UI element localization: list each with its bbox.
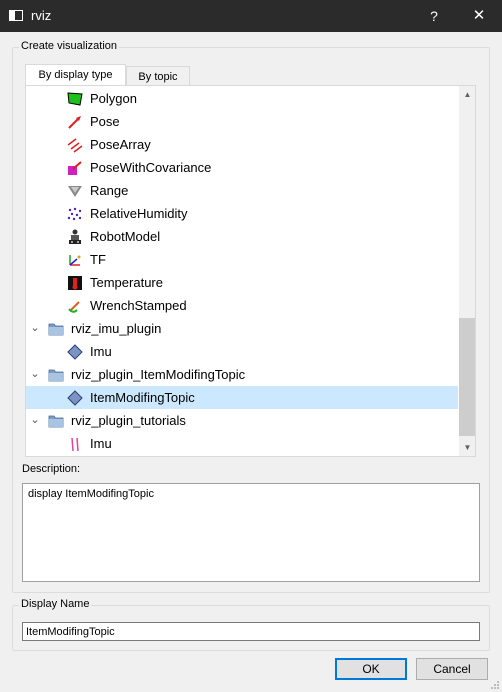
tree-item-relative-humidity[interactable]: RelativeHumidity [26,202,458,225]
tree-item-label: PoseWithCovariance [90,160,212,175]
expand-arrow-icon[interactable]: ⌄ [29,409,41,432]
display-name-input[interactable] [22,622,480,641]
folder-icon [48,323,64,336]
ok-button[interactable]: OK [335,658,407,680]
display-type-tree[interactable]: Polygon Pose PoseArray PoseWithCovarianc… [25,85,476,457]
tree-item-range[interactable]: Range [26,179,458,202]
tree-item-label: rviz_plugin_ItemModifingTopic [71,367,246,382]
tree-item-pose-array[interactable]: PoseArray [26,133,458,156]
cancel-button-label: Cancel [433,662,471,676]
relative-humidity-icon [67,207,82,221]
tree-scrollbar[interactable]: ▲ ▼ [459,86,475,456]
tree-item-pose-with-covariance[interactable]: PoseWithCovariance [26,156,458,179]
expand-arrow-icon[interactable]: ⌄ [29,363,41,386]
tree-item-rviz-imu-plugin[interactable]: ⌄ rviz_imu_plugin [26,317,458,340]
folder-icon [48,369,64,382]
tree-item-pose[interactable]: Pose [26,110,458,133]
resize-grip-icon[interactable] [490,680,500,690]
scrollbar-thumb[interactable] [459,318,475,436]
expand-arrow-icon[interactable]: ⌄ [29,317,41,340]
tab-label: By topic [138,71,178,83]
close-button[interactable]: ✕ [456,0,502,32]
cancel-button[interactable]: Cancel [416,658,488,680]
window-title: rviz [31,8,52,23]
description-text-content: display ItemModifingTopic [28,488,154,500]
tree-item-label: WrenchStamped [90,298,187,313]
tree-item-label: ItemModifingTopic [90,390,195,405]
tree-item-temperature[interactable]: Temperature [26,271,458,294]
tab-by-display-type[interactable]: By display type [25,64,126,86]
scroll-down-icon[interactable]: ▼ [459,439,475,456]
imu-diamond-icon [67,344,83,360]
item-modifing-topic-icon [67,390,83,406]
ok-button-label: OK [362,662,380,676]
description-label: Description: [22,463,81,475]
tf-icon [69,255,81,266]
tab-by-topic[interactable]: By topic [126,66,190,86]
imu-tutorial-icon [71,437,79,452]
window-app-icon [9,10,23,21]
tree-item-label: PoseArray [90,137,151,152]
tab-label: By display type [38,69,113,81]
tree-item-wrench-stamped[interactable]: WrenchStamped [26,294,458,317]
tree-item-label: Polygon [90,91,137,106]
tree-item-imu[interactable]: Imu [26,340,458,363]
help-button[interactable]: ? [414,0,454,32]
temperature-icon [68,276,82,290]
pose-with-covariance-icon [68,161,82,175]
tree-item-label: Pose [90,114,120,129]
tree-item-label: RelativeHumidity [90,206,188,221]
tree-item-label: Temperature [90,275,163,290]
pose-icon [68,116,81,129]
tree-item-label: Range [90,183,129,198]
folder-icon [48,415,64,428]
tree-item-imu-tutorial[interactable]: Imu [26,432,458,455]
tree-item-label: rviz_plugin_tutorials [71,413,186,428]
description-text: display ItemModifingTopic [22,483,480,582]
tree-item-label: RobotModel [90,229,161,244]
polygon-icon [67,92,83,106]
tree-item-label: Imu [90,436,112,451]
display-name-label: Display Name [19,598,92,610]
tree-item-label: TF [90,252,106,267]
tree-item-rviz-plugin-itemmodifingtopic[interactable]: ⌄ rviz_plugin_ItemModifingTopic [26,363,458,386]
create-visualization-label: Create visualization [19,40,119,52]
range-icon [68,186,82,197]
tree-item-label: Imu [90,344,112,359]
tree-item-tf[interactable]: TF [26,248,458,271]
tree-item-label: rviz_imu_plugin [71,321,162,336]
tree-item-robot-model[interactable]: RobotModel [26,225,458,248]
tree-item-rviz-plugin-tutorials[interactable]: ⌄ rviz_plugin_tutorials [26,409,458,432]
tree-item-itemmodifingtopic[interactable]: ItemModifingTopic [26,386,458,409]
scroll-up-icon[interactable]: ▲ [459,86,475,103]
title-bar: rviz ? ✕ [0,0,502,32]
tree-item-polygon[interactable]: Polygon [26,87,458,110]
pose-array-icon [67,138,83,153]
robot-model-icon [69,229,81,244]
wrench-stamped-icon [68,301,80,313]
